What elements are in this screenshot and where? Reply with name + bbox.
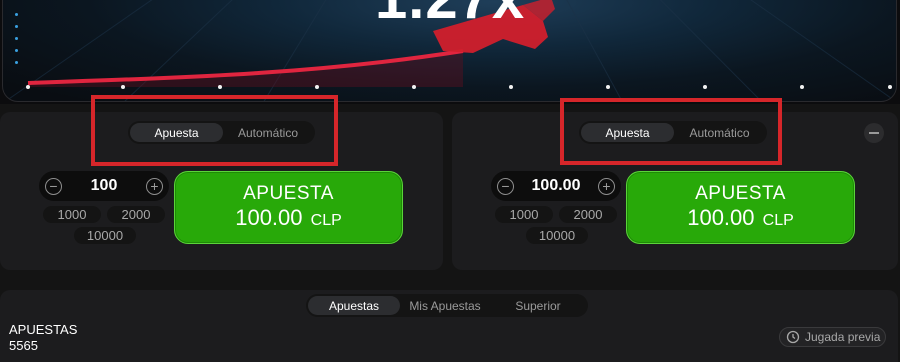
plus-icon[interactable]: +: [146, 177, 163, 195]
tab-bet[interactable]: Apuesta: [581, 123, 674, 142]
x-axis-dot: [800, 85, 804, 89]
x-axis-dot: [509, 85, 513, 89]
game-canvas: 1.27x: [0, 0, 900, 104]
y-axis-dot: [15, 13, 18, 16]
y-axis-dot: [15, 37, 18, 40]
game-scene: 1.27x: [2, 0, 897, 102]
bet-button-title: APUESTA: [695, 183, 786, 205]
bets-list-panel: Apuestas Mis Apuestas Superior APUESTAS …: [0, 290, 898, 362]
x-axis-dot: [26, 85, 30, 89]
bet-amount-value: 100.00: [687, 205, 755, 231]
quick-amount-1000[interactable]: 1000: [495, 206, 553, 223]
bets-list-tabs: Apuestas Mis Apuestas Superior: [306, 294, 588, 317]
quick-amount-2000[interactable]: 2000: [107, 206, 165, 223]
tab-auto[interactable]: Automático: [223, 123, 313, 142]
x-axis-dot: [888, 85, 892, 89]
bet-panel-1: Apuesta Automático − 100 + 1000 2000 100…: [0, 112, 443, 270]
bets-list-title: APUESTAS: [9, 322, 78, 337]
bet-button[interactable]: APUESTA 100.00 CLP: [626, 171, 855, 244]
minus-icon: [869, 132, 879, 134]
remove-panel-button[interactable]: [864, 123, 884, 143]
bet-panel-2: Apuesta Automático − 100.00 + 1000 2000 …: [452, 112, 898, 270]
bet-mode-tabs: Apuesta Automático: [579, 121, 767, 144]
history-icon: [786, 330, 800, 344]
bet-button-amount: 100.00 CLP: [235, 205, 342, 230]
tab-all-bets[interactable]: Apuestas: [308, 296, 400, 315]
bet-amount-value: 100.00: [235, 205, 303, 231]
y-axis-dot: [15, 61, 18, 64]
x-axis-dot: [218, 85, 222, 89]
tab-bet[interactable]: Apuesta: [130, 123, 223, 142]
amount-value[interactable]: 100.00: [514, 177, 598, 195]
bet-button[interactable]: APUESTA 100.00 CLP: [174, 171, 403, 244]
plus-icon[interactable]: +: [598, 177, 615, 195]
bet-currency: CLP: [310, 212, 342, 230]
tab-my-bets[interactable]: Mis Apuestas: [400, 296, 490, 315]
previous-round-button[interactable]: Jugada previa: [779, 327, 886, 347]
x-axis-dot: [703, 85, 707, 89]
tab-top[interactable]: Superior: [490, 296, 586, 315]
x-axis-dot: [121, 85, 125, 89]
multiplier-display: 1.27x: [375, 0, 525, 32]
bets-count: 5565: [9, 338, 38, 353]
bet-button-amount: 100.00 CLP: [687, 205, 794, 230]
quick-amount-1000[interactable]: 1000: [43, 206, 101, 223]
amount-stepper: − 100.00 +: [491, 171, 621, 201]
quick-amount-2000[interactable]: 2000: [559, 206, 617, 223]
bet-currency: CLP: [762, 212, 794, 230]
amount-value[interactable]: 100: [62, 177, 146, 195]
amount-stepper: − 100 +: [39, 171, 169, 201]
minus-icon[interactable]: −: [497, 177, 514, 195]
x-axis-dot: [412, 85, 416, 89]
minus-icon[interactable]: −: [45, 177, 62, 195]
y-axis-dot: [15, 25, 18, 28]
bet-button-title: APUESTA: [243, 183, 334, 205]
previous-round-label: Jugada previa: [805, 330, 881, 344]
quick-amount-10000[interactable]: 10000: [526, 227, 588, 244]
bet-mode-tabs: Apuesta Automático: [128, 121, 315, 144]
y-axis-dot: [15, 49, 18, 52]
tab-auto[interactable]: Automático: [674, 123, 765, 142]
quick-amount-10000[interactable]: 10000: [74, 227, 136, 244]
x-axis-dot: [315, 85, 319, 89]
x-axis-dot: [606, 85, 610, 89]
